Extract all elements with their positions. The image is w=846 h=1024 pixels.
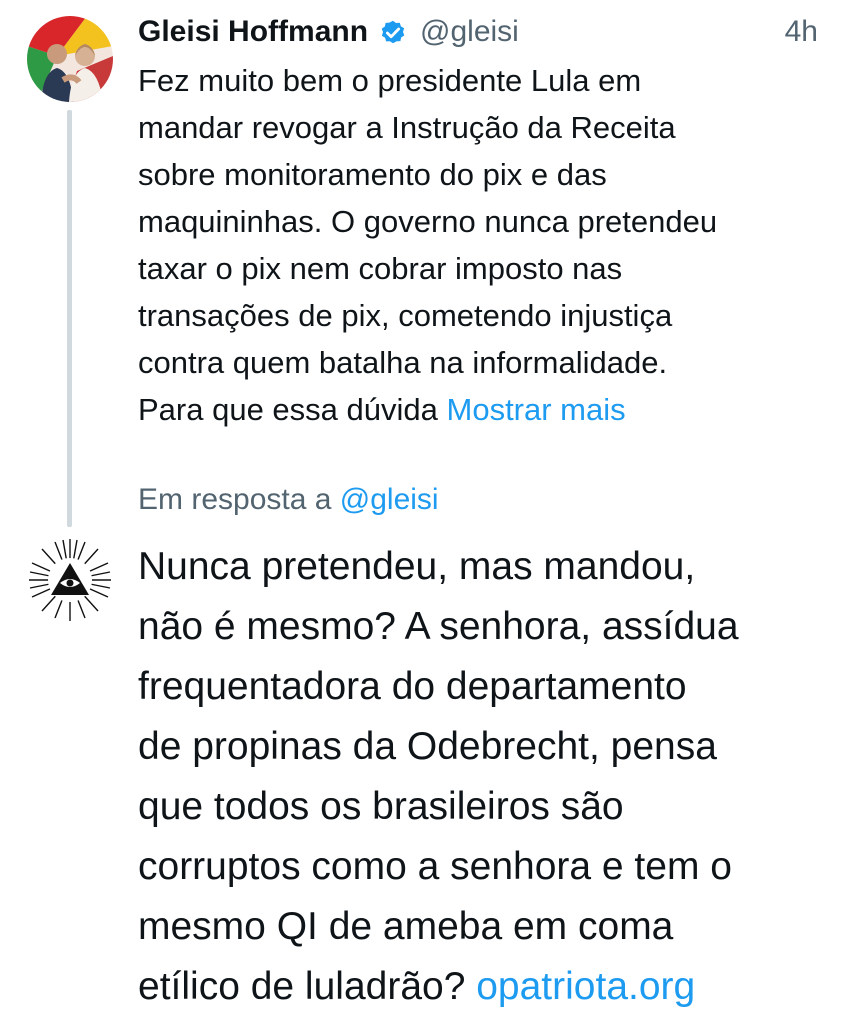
tweet-text-line: transações de pix, cometendo injustiça [138, 298, 673, 333]
reply-author-avatar[interactable] [27, 537, 113, 623]
author-name[interactable]: Gleisi Hoffmann [138, 15, 368, 49]
tweet-text-fragment: Para que essa dúvida [138, 392, 447, 427]
tweet-timestamp[interactable]: 4h [785, 15, 818, 49]
tweet-text-line-last: Para que essa dúvida Mostrar mais [138, 386, 828, 433]
reply-text-line: não é mesmo? A senhora, assídua [138, 605, 739, 648]
reply-text-line: Nunca pretendeu, mas mandou, [138, 545, 696, 588]
reply-text-line: mesmo QI de ameba em coma [138, 905, 674, 948]
tweet-text-line: contra quem batalha na informalidade. [138, 345, 668, 380]
all-seeing-eye-avatar-icon [27, 537, 113, 623]
tweet-text-line: taxar o pix nem cobrar imposto nas [138, 251, 623, 286]
tweet-text-line: mandar revogar a Instrução da Receita [138, 110, 676, 145]
tweet-header: Gleisi Hoffmann @gleisi 4h [138, 10, 818, 54]
reply-text-line: frequentadora do departamento [138, 665, 687, 708]
tweet-text-line: Fez muito bem o presidente Lula em [138, 63, 642, 98]
person-photo-avatar-icon [27, 16, 113, 102]
tweet-body: Fez muito bem o presidente Lula em manda… [138, 57, 828, 433]
external-link[interactable]: opatriota.org [476, 965, 695, 1008]
reply-context: Em resposta a @gleisi [138, 478, 439, 522]
author-handle[interactable]: @gleisi [420, 15, 519, 49]
author-avatar[interactable] [27, 16, 113, 102]
reply-text-line: corruptos como a senhora e tem o [138, 845, 732, 888]
reply-text-line: que todos os brasileiros são [138, 785, 624, 828]
reply-text-line-last: etílico de luladrão? opatriota.org [138, 957, 828, 1017]
reply-context-prefix: Em resposta a [138, 483, 340, 516]
show-more-link[interactable]: Mostrar mais [447, 392, 626, 427]
reply-text-line: de propinas da Odebrecht, pensa [138, 725, 717, 768]
tweet-text-line: sobre monitoramento do pix e das [138, 157, 607, 192]
reply-body: Nunca pretendeu, mas mandou, não é mesmo… [138, 537, 828, 1017]
reply-text-fragment: etílico de luladrão? [138, 965, 477, 1008]
verified-badge-icon [378, 17, 408, 47]
tweet-text-line: maquininhas. O governo nunca pretendeu [138, 204, 718, 239]
thread-connector-line [67, 110, 72, 527]
reply-context-handle-link[interactable]: @gleisi [340, 483, 439, 516]
